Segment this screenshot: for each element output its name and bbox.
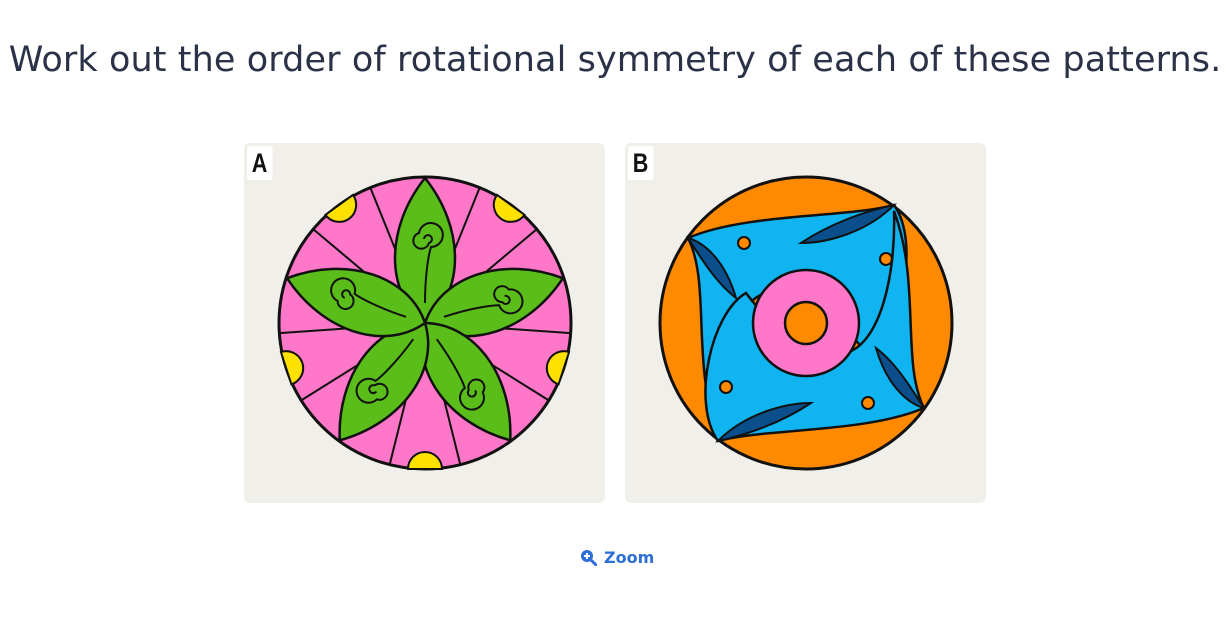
pattern-b-dot <box>861 396 875 410</box>
zoom-button[interactable]: Zoom <box>580 548 654 567</box>
zoom-label: Zoom <box>604 548 655 567</box>
pattern-b-dot <box>737 236 751 250</box>
question-text: Work out the order of rotational symmetr… <box>8 40 1222 80</box>
pattern-b-dot <box>879 252 893 266</box>
pattern-b-dot <box>719 380 733 394</box>
pattern-b-image <box>658 175 954 471</box>
pattern-a-label: A <box>247 146 273 180</box>
pattern-b-label: B <box>628 146 654 180</box>
pattern-b-center <box>783 300 829 346</box>
pattern-a-image <box>277 175 573 471</box>
pattern-b-card: B <box>625 143 986 503</box>
zoom-in-icon <box>581 550 597 566</box>
pattern-a-card: A <box>244 143 605 503</box>
